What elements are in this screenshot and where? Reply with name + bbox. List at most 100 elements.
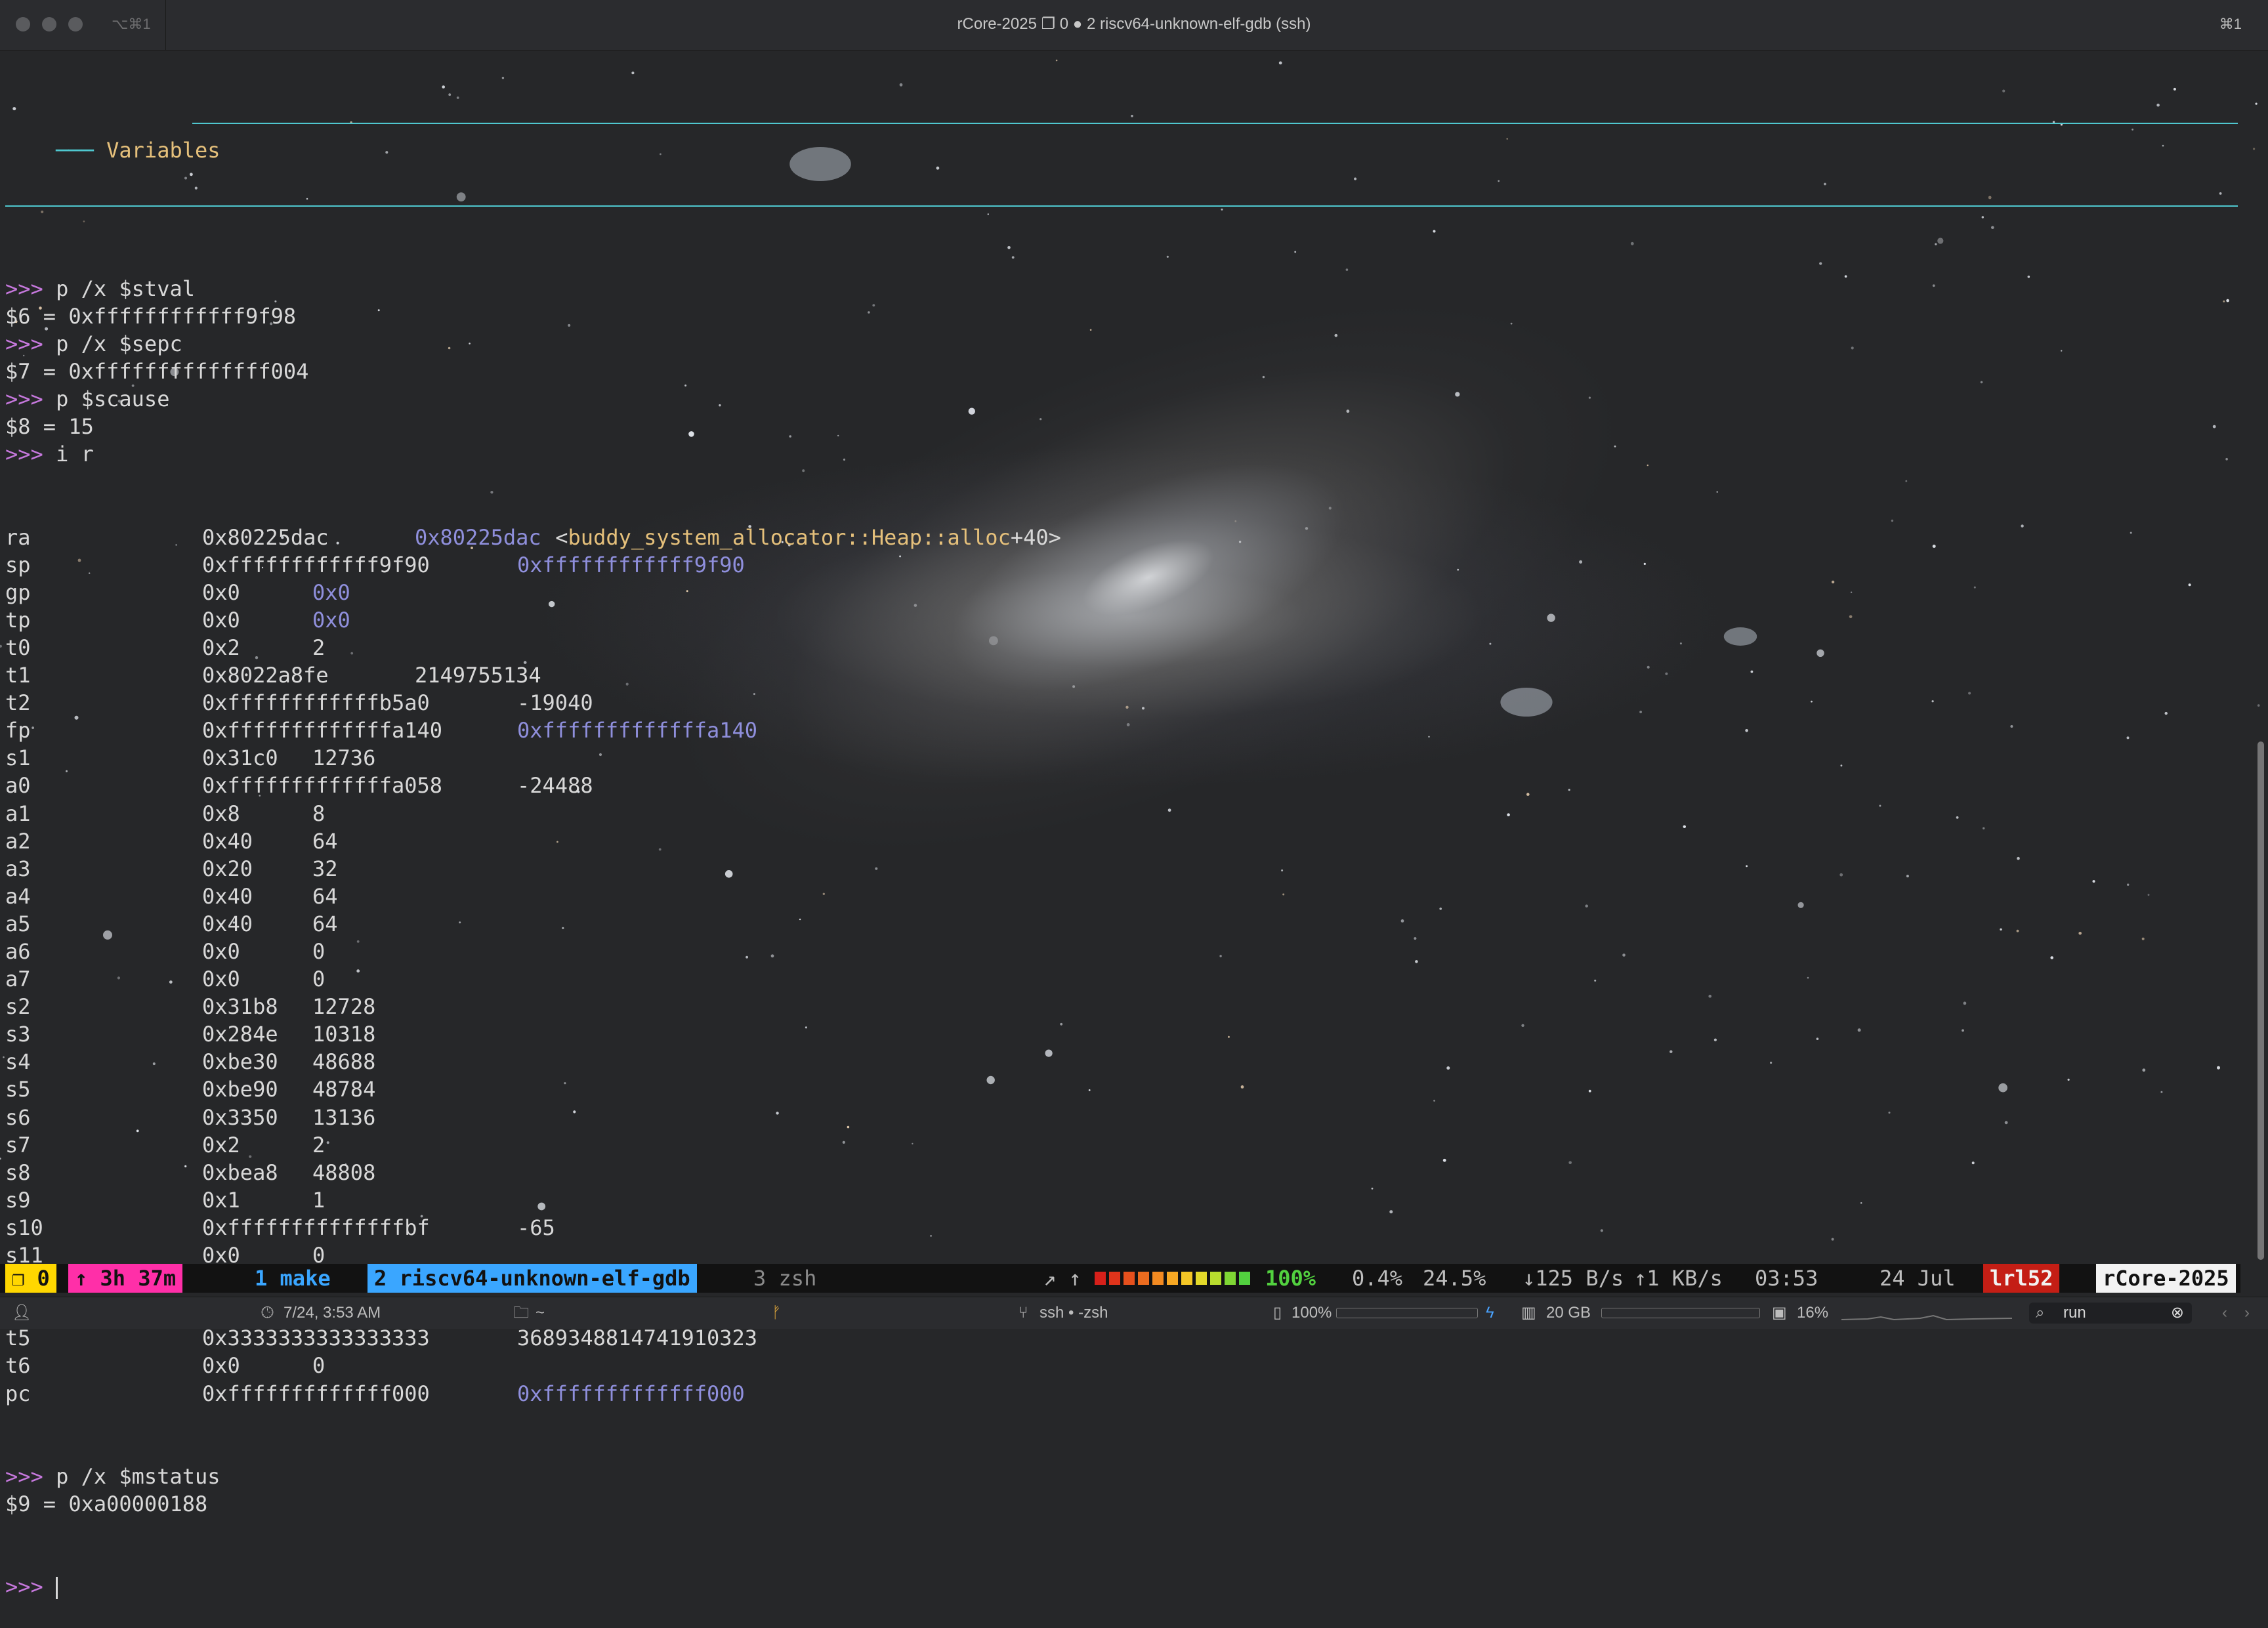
- ram-icon: ▥: [1521, 1304, 1536, 1322]
- symbol-offset: +40>: [1010, 524, 1061, 550]
- register-natural-value: 8: [312, 801, 326, 826]
- symbol-annotation: <buddy_system_allocator::Heap::alloc+40>: [543, 524, 1061, 551]
- register-row: t1 0x8022a8fe 2149755134: [5, 661, 2243, 689]
- register-row: tp 0x0 0x0: [5, 606, 2243, 634]
- command-line: >>> p /x $stval: [5, 275, 2243, 303]
- prompt: >>>: [5, 331, 43, 356]
- register-row: s1 0x31c0 12736: [5, 744, 2243, 772]
- register-natural-value: 0x0: [312, 579, 350, 605]
- input-line[interactable]: >>>: [5, 1573, 2243, 1600]
- tmux-cpu: 0.4%: [1352, 1266, 1403, 1291]
- charging-icon: ϟ: [1486, 1304, 1494, 1322]
- register-name: pc: [5, 1381, 31, 1406]
- register-name: gp: [5, 579, 31, 605]
- register-name: s6: [5, 1104, 31, 1130]
- register-hex-value: 0x0: [202, 1353, 240, 1379]
- output-line: $8 = 15: [5, 413, 2243, 440]
- register-row: pc 0xfffffffffffff000 0xfffffffffffff000: [5, 1380, 2243, 1408]
- register-name: t6: [5, 1353, 31, 1379]
- tmux-battery: 100%: [1265, 1266, 1316, 1291]
- prompt: >>>: [5, 1574, 56, 1600]
- tmux-window-3[interactable]: 3 zsh: [747, 1264, 823, 1293]
- prompt: >>>: [5, 442, 43, 467]
- register-row: fp 0xfffffffffffffa140 0xfffffffffffffa140: [5, 717, 2243, 744]
- tmux-date: 24 Jul: [1880, 1266, 1956, 1291]
- tmux-window-2-active[interactable]: 2 riscv64-unknown-elf-gdb: [368, 1264, 697, 1293]
- folder-icon: 🗀: [513, 1304, 529, 1322]
- register-name: s3: [5, 1022, 31, 1047]
- tmux-net-down: ↓125 B/s: [1522, 1266, 1624, 1291]
- search-input[interactable]: run: [2063, 1297, 2086, 1329]
- register-hex-value: 0x31c0: [202, 745, 278, 771]
- register-row: sp 0xffffffffffff9f90 0xffffffffffff9f90: [5, 551, 2243, 579]
- register-hex-value: 0x3350: [202, 1104, 278, 1130]
- search-next-button[interactable]: ›: [2244, 1297, 2250, 1329]
- register-row: a3 0x20 32: [5, 855, 2243, 883]
- status-folder[interactable]: ~: [536, 1297, 545, 1329]
- register-row: ra 0x80225dac 0x80225dac <buddy_system_all…: [5, 524, 2243, 551]
- register-name: tp: [5, 607, 31, 633]
- register-name: t1: [5, 663, 31, 688]
- iterm-status-bar: 👤︎ 🕒︎ 7/24, 3:53 AM 🗀 ~ ᚠ ⑂ ssh • -zsh ▯…: [0, 1297, 2268, 1329]
- register-name: s1: [5, 745, 31, 771]
- battery-meter-cell: [1095, 1272, 1106, 1285]
- register-name: a0: [5, 773, 31, 799]
- register-hex-value: 0xfffffffffffffa058: [202, 773, 443, 799]
- register-natural-value: 0xfffffffffffffa140: [517, 718, 758, 743]
- register-natural-value: 64: [312, 883, 338, 909]
- search-prev-button[interactable]: ‹: [2222, 1297, 2227, 1329]
- register-hex-value: 0xffffffffffffb5a0: [202, 690, 430, 716]
- symbol-open: <: [543, 524, 568, 550]
- register-natural-value: 0: [312, 967, 326, 992]
- cpu-graph: [1841, 1314, 2012, 1321]
- divider-line: [5, 192, 2243, 219]
- prompt: >>>: [5, 276, 43, 301]
- battery-meter-cell: [1167, 1272, 1178, 1285]
- register-hex-value: 0xffffffffffffffbf: [202, 1215, 430, 1240]
- register-natural-value: 2: [312, 635, 326, 660]
- register-hex-value: 0x0: [202, 967, 240, 992]
- register-hex-value: 0xfffffffffffff000: [202, 1381, 430, 1406]
- register-name: sp: [5, 552, 31, 577]
- search-icon: ⌕: [2036, 1304, 2045, 1322]
- register-name: a4: [5, 883, 31, 909]
- register-natural-value: 0x0: [312, 607, 350, 633]
- output-text: $7 = 0xffffffffffffff004: [5, 359, 309, 385]
- register-row: s7 0x2 2: [5, 1131, 2243, 1159]
- register-natural-value: -24488: [517, 773, 593, 799]
- tmux-session-name: rCore-2025: [2096, 1264, 2236, 1293]
- register-row: a4 0x40 64: [5, 883, 2243, 910]
- register-natural-value: 32: [312, 856, 338, 881]
- register-name: fp: [5, 718, 31, 743]
- tmux-window-1[interactable]: 1 make: [248, 1264, 337, 1293]
- register-hex-value: 0xbe30: [202, 1049, 278, 1075]
- register-natural-value: -19040: [517, 690, 593, 716]
- register-row: s3 0x284e 10318: [5, 1020, 2243, 1048]
- header-dashes: ───: [56, 138, 94, 163]
- terminal-output[interactable]: ─── Variables >>> p /x $stval $6 = 0xffff…: [5, 54, 2243, 1600]
- command-line: >>> p /x $sepc: [5, 330, 2243, 358]
- clear-search-icon[interactable]: ⊗: [2171, 1297, 2184, 1329]
- prompt: >>>: [5, 1463, 43, 1489]
- register-row: a5 0x40 64: [5, 910, 2243, 938]
- status-cpu: 16%: [1797, 1304, 1829, 1322]
- command-text: p /x $stval: [43, 276, 195, 301]
- register-hex-value: 0x8022a8fe: [202, 663, 329, 688]
- register-row: gp 0x0 0x0: [5, 579, 2243, 606]
- register-name: t0: [5, 635, 31, 660]
- terminal-scrollbar[interactable]: [2258, 741, 2264, 1260]
- register-name: a3: [5, 856, 31, 881]
- tmux-net-up: ↑1 KB/s: [1634, 1266, 1723, 1291]
- tmux-uptime: ↑ 3h 37m: [68, 1264, 183, 1293]
- git-branch-icon: ᚠ: [772, 1304, 782, 1322]
- search-field[interactable]: ⌕ run ⊗: [2029, 1303, 2192, 1324]
- register-natural-value: 48784: [312, 1077, 376, 1102]
- battery-meter-cell: [1210, 1272, 1221, 1285]
- register-name: s2: [5, 994, 31, 1020]
- register-name: a5: [5, 911, 31, 936]
- battery-meter-cell: [1138, 1272, 1149, 1285]
- register-row: s2 0x31b8 12728: [5, 993, 2243, 1020]
- register-hex-value: 0x0: [202, 939, 240, 964]
- register-name: s7: [5, 1132, 31, 1158]
- register-row: s10 0xffffffffffffffbf -65: [5, 1214, 2243, 1242]
